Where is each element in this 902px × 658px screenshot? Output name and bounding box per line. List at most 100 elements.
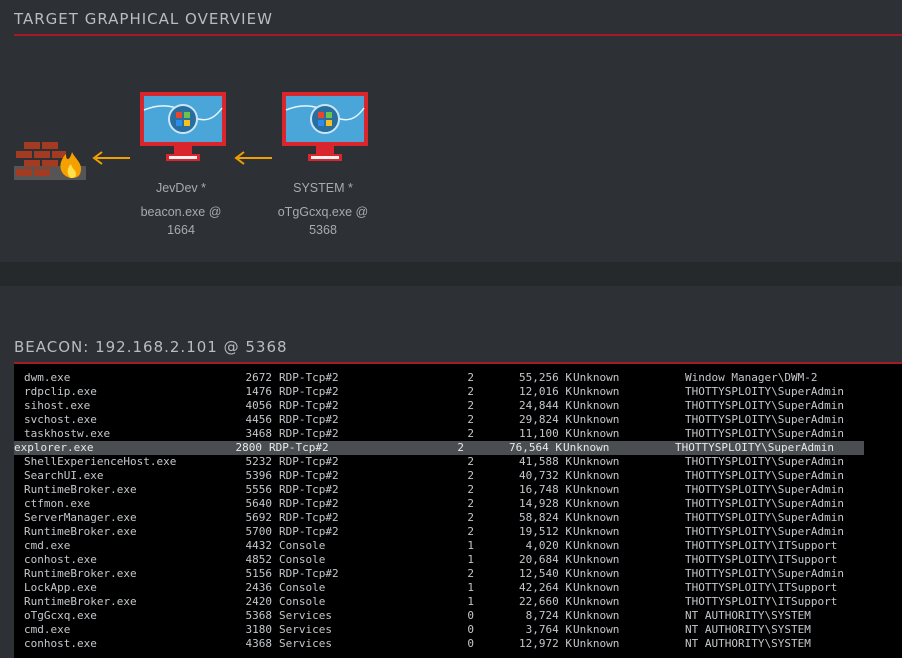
process-pid: 2672 [245,371,273,384]
process-num: 0 [467,623,474,636]
process-session: RDP-Tcp#2 [279,469,339,482]
process-name: explorer.exe [14,441,94,454]
process-num: 1 [467,539,474,552]
process-num: 2 [467,399,474,412]
process-row[interactable]: explorer.exe 2800 RDP-Tcp#2 2 76,564 K Unknow… [14,441,864,455]
process-session: RDP-Tcp#2 [279,413,339,426]
process-session: Services [279,609,332,622]
process-num: 2 [467,469,474,482]
process-mem: 12,540 K [519,567,572,580]
process-user: THOTTYSPLOITY\ITSupport [685,553,838,566]
process-user: NT AUTHORITY\SYSTEM [685,637,811,650]
process-status: Unknown [573,539,620,552]
process-status: Unknown [573,413,620,426]
monitor-icon [282,92,368,161]
process-session: RDP-Tcp#2 [279,511,339,524]
node-pid: 1664 [167,223,195,237]
process-status: Unknown [573,525,620,538]
process-user: THOTTYSPLOITY\ITSupport [685,539,838,552]
process-status: Unknown [573,511,620,524]
process-user: NT AUTHORITY\SYSTEM [685,609,811,622]
process-session: RDP-Tcp#2 [279,567,339,580]
process-name: taskhostw.exe [24,427,111,440]
process-session: RDP-Tcp#2 [279,371,339,384]
process-name: LockApp.exe [24,581,97,594]
process-name: sihost.exe [24,399,91,412]
process-pid: 2800 [235,441,263,454]
process-status: Unknown [573,455,620,468]
process-mem: 42,264 K [519,581,572,594]
overview-panel: TARGET GRAPHICAL OVERVIEW JevDev * beaco… [0,0,902,262]
process-user: THOTTYSPLOITY\SuperAdmin [685,497,844,510]
process-status: Unknown [573,581,620,594]
process-pid: 3180 [245,623,273,636]
process-pid: 4368 [245,637,273,650]
process-num: 0 [467,637,474,650]
arrow-left-icon [234,151,272,165]
process-mem: 55,256 K [519,371,572,384]
process-name: SearchUI.exe [24,469,104,482]
process-name: rdpclip.exe [24,385,97,398]
process-num: 2 [467,413,474,426]
process-user: THOTTYSPLOITY\SuperAdmin [685,483,844,496]
process-mem: 41,588 K [519,455,572,468]
process-status: Unknown [573,371,620,384]
node-name: JevDev * [155,181,207,195]
process-status: Unknown [573,427,620,440]
process-status: Unknown [573,553,620,566]
monitor-icon [140,92,226,161]
beacon-console-output[interactable]: dwm.exe 2672 RDP-Tcp#2 2 55,256 K Unknown Wind… [14,364,902,658]
process-session: RDP-Tcp#2 [279,455,339,468]
arrow-left-icon [92,151,130,165]
process-num: 2 [467,385,474,398]
process-name: RuntimeBroker.exe [24,525,137,538]
node-process: beacon.exe @ [140,205,222,219]
process-session: Services [279,623,332,636]
process-user: THOTTYSPLOITY\SuperAdmin [685,385,844,398]
process-status: Unknown [573,623,620,636]
process-status: Unknown [563,441,610,454]
process-num: 2 [467,525,474,538]
process-session: RDP-Tcp#2 [279,483,339,496]
process-user: THOTTYSPLOITY\ITSupport [685,581,838,594]
process-pid: 5232 [245,455,273,468]
process-pid: 4432 [245,539,273,552]
process-pid: 3468 [245,427,273,440]
process-name: oTgGcxq.exe [24,609,97,622]
process-status: Unknown [573,385,620,398]
process-user: THOTTYSPLOITY\SuperAdmin [675,441,834,454]
process-status: Unknown [573,399,620,412]
process-status: Unknown [573,469,620,482]
process-mem: 22,660 K [519,595,572,608]
process-num: 0 [467,609,474,622]
process-session: RDP-Tcp#2 [279,427,339,440]
process-user: THOTTYSPLOITY\SuperAdmin [685,455,844,468]
process-user: THOTTYSPLOITY\SuperAdmin [685,567,844,580]
process-pid: 5396 [245,469,273,482]
process-name: cmd.exe [24,623,71,636]
process-name: RuntimeBroker.exe [24,567,137,580]
process-pid: 5556 [245,483,273,496]
process-mem: 14,928 K [519,497,572,510]
process-session: Services [279,637,332,650]
process-num: 2 [467,455,474,468]
process-pid: 4056 [245,399,273,412]
process-pid: 5156 [245,567,273,580]
node-pid: 5368 [309,223,337,237]
process-user: THOTTYSPLOITY\SuperAdmin [685,427,844,440]
process-name: RuntimeBroker.exe [24,595,137,608]
process-num: 2 [467,483,474,496]
beacon-title: BEACON: 192.168.2.101 @ 5368 [14,338,288,356]
process-name: ShellExperienceHost.exe [24,455,177,468]
process-mem: 29,824 K [519,413,572,426]
process-mem: 19,512 K [519,525,572,538]
process-mem: 76,564 K [509,441,562,454]
process-mem: 3,764 K [525,623,572,636]
process-session: RDP-Tcp#2 [279,385,339,398]
process-pid: 5692 [245,511,273,524]
process-name: conhost.exe [24,553,97,566]
process-user: NT AUTHORITY\SYSTEM [685,623,811,636]
process-name: cmd.exe [24,539,71,552]
process-name: conhost.exe [24,637,97,650]
process-num: 1 [467,595,474,608]
